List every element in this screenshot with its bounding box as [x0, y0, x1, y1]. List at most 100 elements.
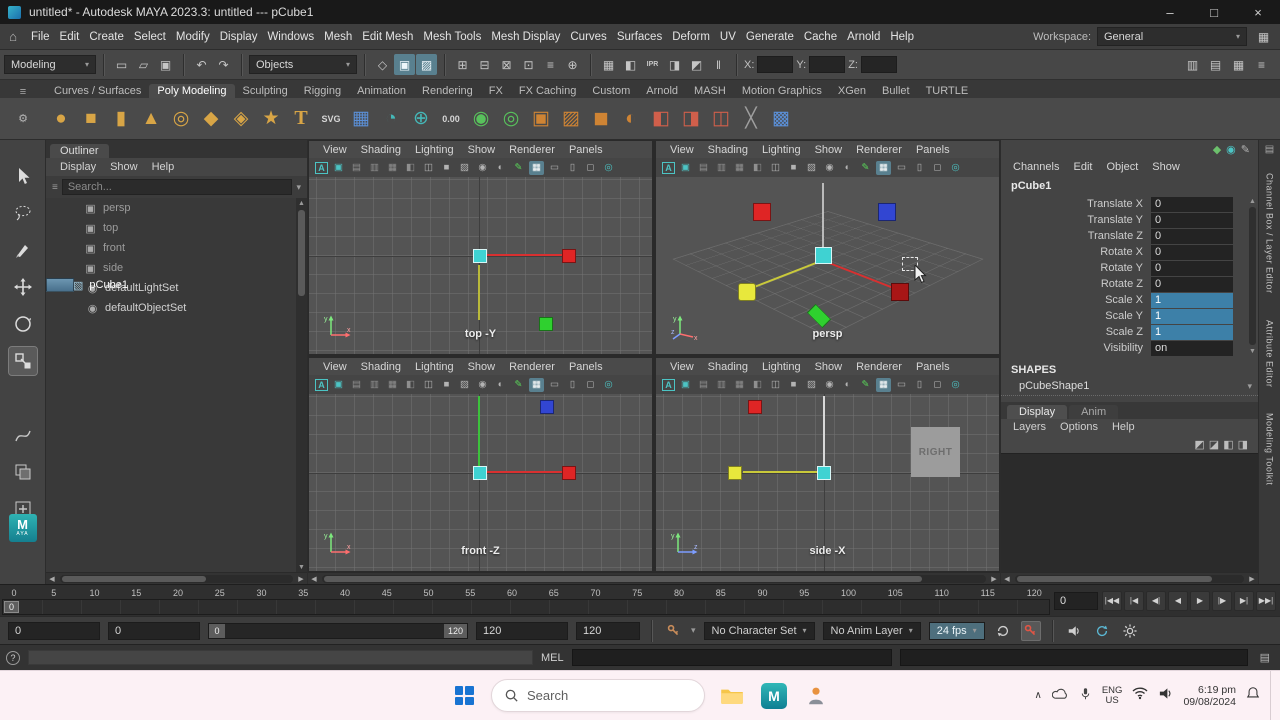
extrude-icon[interactable]: ◧ — [646, 103, 676, 135]
play-backward-button[interactable]: ◀ — [1168, 590, 1188, 611]
viewport-menu[interactable]: Renderer — [850, 361, 908, 373]
film-gate-icon[interactable]: ▭ — [894, 161, 909, 175]
svg-tool-icon[interactable]: SVG — [316, 103, 346, 135]
cv-curve-icon[interactable] — [9, 421, 37, 449]
channel-value-field[interactable]: 1 — [1151, 324, 1233, 340]
grease-pencil-icon[interactable]: ✎ — [858, 378, 873, 392]
help-line-icon[interactable]: ? — [6, 650, 20, 665]
shelf-tab[interactable]: FX — [481, 84, 511, 98]
sidebar-tab[interactable]: Modeling Toolkit — [1265, 413, 1275, 485]
poly-cylinder-icon[interactable]: ▮ — [106, 103, 136, 135]
layer-move-down-icon[interactable]: ◪ — [1209, 438, 1219, 451]
select-camera-icon[interactable]: A — [662, 161, 675, 174]
image-plane-right[interactable]: RIGHT — [911, 427, 960, 477]
cached-playback-icon[interactable] — [1092, 621, 1112, 641]
menu-item[interactable]: Mesh Display — [486, 24, 565, 49]
grid-toggle-icon[interactable]: ▦ — [529, 377, 544, 392]
maya-taskbar-icon[interactable]: M — [759, 681, 789, 711]
taskbar-search-input[interactable] — [527, 688, 667, 703]
resolution-gate-icon[interactable]: ▯ — [565, 161, 580, 175]
menu-set-selector[interactable]: Modeling — [4, 55, 96, 74]
grease-pencil-icon[interactable]: ✎ — [511, 161, 526, 175]
menu-item[interactable]: Create — [84, 24, 129, 49]
channel-value-field[interactable]: 0 — [1151, 212, 1233, 228]
poly-sphere-icon[interactable]: ● — [46, 103, 76, 135]
menu-item[interactable]: Edit — [55, 24, 85, 49]
shelf-tab[interactable]: Curves / Surfaces — [46, 84, 149, 98]
viewport-menu[interactable]: View — [664, 361, 700, 373]
channel-value-field[interactable]: 0 — [1151, 196, 1233, 212]
menu-item[interactable]: Select — [129, 24, 171, 49]
viewport-front[interactable]: View Shading Lighting Show Renderer Panels A ▣… — [308, 357, 653, 572]
maximize-button[interactable]: □ — [1192, 0, 1236, 24]
range-end-handle[interactable]: 120 — [443, 623, 467, 638]
viewport-canvas-persp[interactable]: yxz persp — [656, 177, 999, 354]
channel-row[interactable]: Translate X 0 — [1001, 196, 1246, 212]
viewport-menu[interactable]: Panels — [910, 144, 956, 156]
shelf-tab[interactable]: Arnold — [638, 84, 686, 98]
menu-item[interactable]: Modify — [171, 24, 215, 49]
poly-cube-icon[interactable]: ■ — [76, 103, 106, 135]
channel-box-menu[interactable]: Edit — [1067, 161, 1098, 173]
step-forward-frame-button[interactable]: ▶| — [1234, 590, 1254, 611]
channel-box-scrollbar[interactable]: ▲ ▼ — [1247, 196, 1258, 356]
image-plane-icon[interactable]: ▦ — [732, 378, 747, 392]
outliner-item[interactable]: top — [46, 218, 307, 238]
render-settings-icon[interactable]: ◨ — [664, 54, 685, 75]
smooth-shade-icon[interactable]: ■ — [439, 378, 454, 392]
minimize-button[interactable]: – — [1148, 0, 1192, 24]
outliner-item[interactable]: defaultObjectSet — [46, 298, 307, 318]
selection-mask-selector[interactable]: Objects — [249, 55, 357, 74]
channel-value-field[interactable]: 1 — [1151, 308, 1233, 324]
toggle-modeling-toolkit-icon[interactable]: ≡ — [1251, 54, 1272, 75]
layer-editor-menu[interactable]: Layers — [1007, 421, 1052, 433]
menu-item[interactable]: Edit Mesh — [357, 24, 418, 49]
render-view-icon[interactable]: ▦ — [598, 54, 619, 75]
close-button[interactable]: × — [1236, 0, 1280, 24]
outliner-search-input[interactable] — [61, 179, 293, 195]
viewport-canvas-front[interactable]: yx front -Z — [309, 394, 652, 571]
resolution-gate-icon[interactable]: ▯ — [912, 161, 927, 175]
gate-mask-icon[interactable]: ◻ — [583, 378, 598, 392]
shelf-gear-icon[interactable]: ⚙ — [18, 112, 28, 125]
cube-blue[interactable] — [540, 400, 554, 414]
toggle-tool-settings-icon[interactable]: ▤ — [1205, 54, 1226, 75]
two-d-pan-zoom-icon[interactable]: ◧ — [750, 161, 765, 175]
cube-red[interactable] — [562, 249, 576, 263]
lock-camera-icon[interactable]: ▣ — [678, 378, 693, 392]
isolate-select-icon[interactable]: ◎ — [601, 378, 616, 392]
scroll-left-icon[interactable]: ◀ — [46, 575, 58, 583]
channel-row[interactable]: Rotate Y 0 — [1001, 260, 1246, 276]
channel-box-menu[interactable]: Show — [1146, 161, 1186, 173]
quad-draw-icon[interactable]: ▩ — [766, 103, 796, 135]
shelf-tab[interactable]: MASH — [686, 84, 734, 98]
combine-icon[interactable]: ▣ — [526, 103, 556, 135]
scroll-down-icon[interactable]: ▼ — [298, 562, 305, 572]
viewport-menu[interactable]: Lighting — [409, 144, 460, 156]
menu-item[interactable]: Help — [885, 24, 919, 49]
viewport-menu[interactable]: Shading — [355, 144, 407, 156]
app-icon-3[interactable] — [801, 681, 831, 711]
two-d-pan-zoom-icon[interactable]: ◧ — [750, 378, 765, 392]
tray-overflow-icon[interactable]: ∧ — [1035, 690, 1042, 701]
bookmarks-icon[interactable]: ▥ — [367, 378, 382, 392]
current-frame-field[interactable]: 0 — [1054, 591, 1098, 610]
outliner-item[interactable]: persp — [46, 198, 307, 218]
platonic-solid-icon[interactable]: ◈ — [226, 103, 256, 135]
poly-torus-icon[interactable]: ◎ — [166, 103, 196, 135]
microphone-icon[interactable] — [1079, 687, 1092, 705]
undo-icon[interactable]: ↶ — [191, 54, 212, 75]
viewport-menu[interactable]: Panels — [910, 361, 956, 373]
script-editor-icon[interactable]: ▤ — [1256, 651, 1274, 664]
camera-attributes-icon[interactable]: ▤ — [349, 161, 364, 175]
viewport-menu[interactable]: View — [317, 361, 353, 373]
outliner-vertical-scrollbar[interactable]: ▲ ▼ — [296, 198, 307, 572]
smooth-shade-icon[interactable]: ■ — [439, 161, 454, 175]
isolate-select-icon[interactable]: ◎ — [948, 161, 963, 175]
layer-editor-tab[interactable]: Display — [1007, 405, 1068, 419]
cube-yellow[interactable] — [728, 466, 742, 480]
select-camera-icon[interactable]: A — [315, 161, 328, 174]
outliner-menu[interactable]: Help — [146, 161, 181, 173]
shelf-tab[interactable]: XGen — [830, 84, 874, 98]
shelf-tab[interactable]: Bullet — [874, 84, 918, 98]
